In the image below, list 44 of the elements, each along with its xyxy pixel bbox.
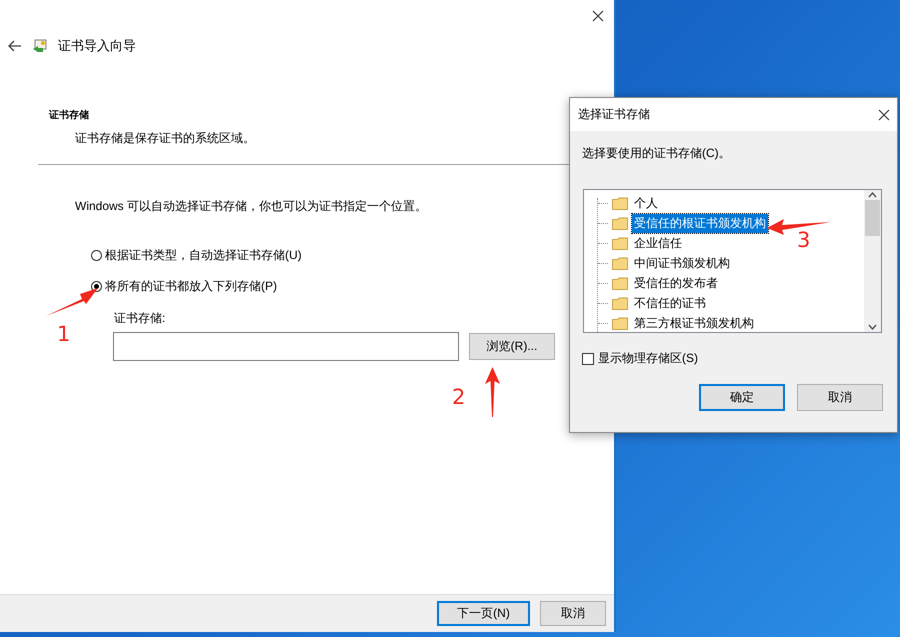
radio-button[interactable]	[91, 250, 102, 261]
store-tree-item[interactable]: 个人	[632, 194, 660, 212]
annotation-number: 1	[57, 324, 70, 345]
radio-label[interactable]: 将所有的证书都放入下列存储(P)	[105, 278, 277, 295]
section-title: 证书存储	[49, 108, 89, 122]
folder-icon	[612, 216, 628, 230]
annotation-arrow	[484, 366, 501, 418]
checkbox-label[interactable]: 显示物理存储区(S)	[598, 350, 698, 367]
back-arrow-icon[interactable]	[8, 40, 22, 52]
certificate-icon	[32, 38, 48, 54]
store-label: 证书存储:	[114, 310, 166, 327]
close-icon[interactable]	[592, 10, 604, 22]
close-icon[interactable]	[878, 108, 890, 120]
store-tree-item[interactable]: 中间证书颁发机构	[632, 254, 732, 272]
next-button[interactable]: 下一页(N)	[437, 601, 530, 626]
store-tree-item[interactable]: 不信任的证书	[632, 294, 708, 312]
annotation-number: 2	[452, 387, 466, 408]
checkbox[interactable]	[582, 352, 594, 364]
dialog-title: 选择证书存储	[578, 106, 650, 123]
scroll-thumb[interactable]	[865, 200, 880, 236]
store-tree-item[interactable]: 第三方根证书颁发机构	[632, 314, 756, 332]
ok-button[interactable]: 确定	[699, 384, 785, 411]
browse-button[interactable]: 浏览(R)...	[469, 333, 555, 360]
section-description: 证书存储是保存证书的系统区域。	[75, 130, 255, 147]
folder-icon	[612, 236, 628, 250]
folder-icon	[612, 276, 628, 290]
wizard-title: 证书导入向导	[58, 37, 136, 55]
folder-icon	[612, 256, 628, 270]
cancel-button[interactable]: 取消	[797, 384, 883, 411]
folder-icon	[612, 196, 628, 210]
cancel-button[interactable]: 取消	[540, 601, 606, 626]
store-tree-item[interactable]: 企业信任	[632, 234, 684, 252]
scrollbar[interactable]	[864, 190, 881, 332]
store-tree-item[interactable]: 受信任的根证书颁发机构	[632, 214, 768, 232]
store-input-field[interactable]	[113, 332, 459, 361]
store-tree-item[interactable]: 受信任的发布者	[632, 274, 720, 292]
scroll-up-icon[interactable]	[868, 192, 877, 198]
folder-icon	[612, 316, 628, 330]
radio-label[interactable]: 根据证书类型，自动选择证书存储(U)	[105, 247, 302, 264]
folder-icon	[612, 296, 628, 310]
dialog-prompt: 选择要使用的证书存储(C)。	[582, 145, 732, 162]
intro-text: Windows 可以自动选择证书存储，你也可以为证书指定一个位置。	[75, 198, 428, 215]
annotation-number: 3	[797, 230, 810, 251]
scroll-down-icon[interactable]	[868, 324, 877, 330]
